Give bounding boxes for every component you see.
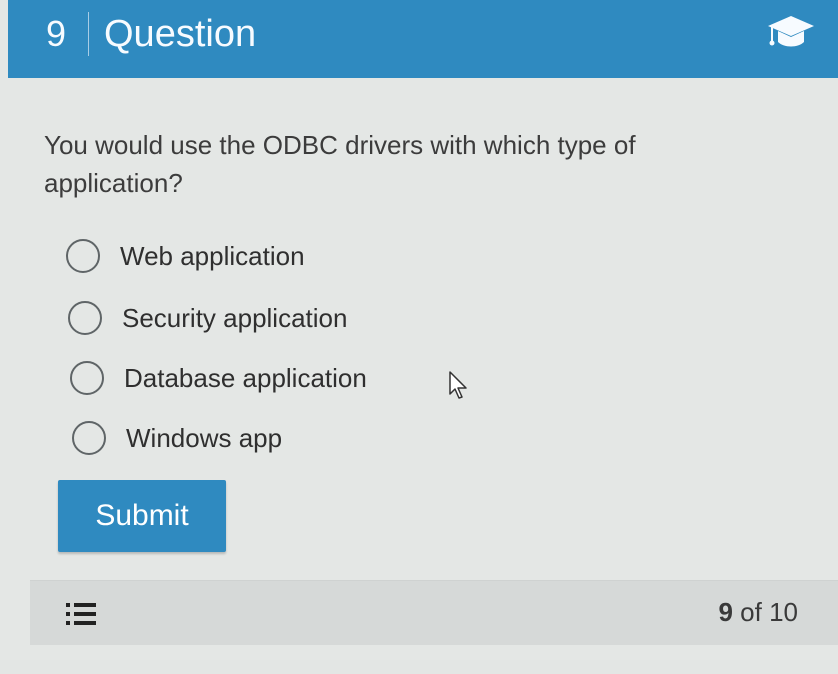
header-title: Question [104,13,257,55]
question-text: You would use the ODBC drivers with whic… [44,130,636,198]
option-label: Security application [122,302,348,333]
radio-button[interactable] [70,361,104,395]
radio-button[interactable] [72,421,106,455]
quiz-card: 9 Question You would use the ODBC driver… [0,0,838,660]
radio-button[interactable] [68,301,102,335]
radio-button[interactable] [66,239,100,273]
header-divider [88,12,89,56]
question-header: 9 Question [8,0,838,78]
submit-button[interactable]: Submit [58,480,226,552]
option-label: Database application [124,362,367,393]
mouse-cursor-icon [449,371,467,399]
current-question-number: 9 [718,597,733,627]
question-counter: 9 of 10 [718,597,798,628]
option-database-application[interactable]: Database application [70,358,367,398]
question-number: 9 [46,13,67,54]
option-security-application[interactable]: Security application [68,298,347,338]
graduation-cap-icon [768,16,814,47]
option-label: Web application [120,240,305,271]
list-icon[interactable] [66,601,96,627]
total-questions-text: of 10 [740,597,798,627]
quiz-footer: 9 of 10 [30,580,838,645]
option-web-application[interactable]: Web application [66,236,305,276]
option-label: Windows app [126,422,283,453]
option-windows-app[interactable]: Windows app [72,418,282,458]
